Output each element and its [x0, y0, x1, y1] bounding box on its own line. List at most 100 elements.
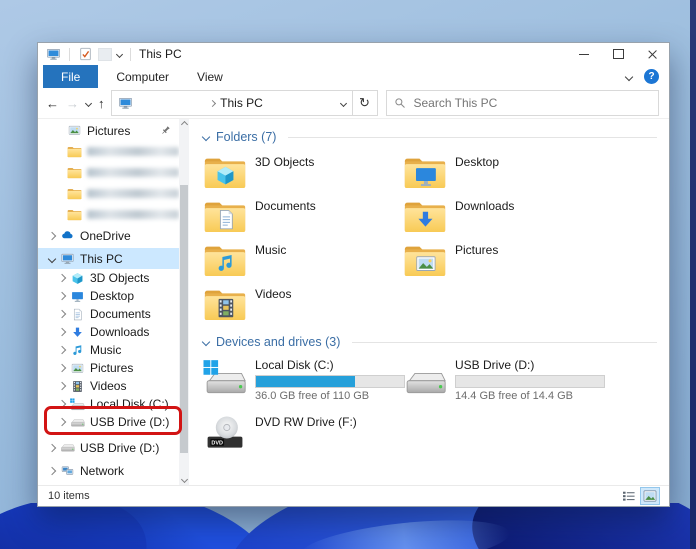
redacted-label	[87, 147, 179, 156]
content-pane: Folders (7) 3D Objects Desktop Documents…	[189, 119, 669, 485]
sidebar-item-usb-drive-d-root[interactable]: USB Drive (D:)	[38, 437, 179, 458]
sidebar-item-pictures-pinned[interactable]: Pictures	[38, 120, 179, 141]
window-body: Pictures OneDrive This PC 3D Objects Des…	[38, 119, 669, 485]
usb-drive-icon	[70, 416, 85, 429]
refresh-button[interactable]: ↻	[352, 90, 378, 116]
sidebar-item-label: Local Disk (C:)	[90, 397, 169, 411]
sidebar-item-music[interactable]: Music	[38, 341, 179, 359]
tile-3d-objects[interactable]: 3D Objects	[203, 153, 403, 197]
group-title: Devices and drives (3)	[216, 335, 341, 349]
chevron-right-icon[interactable]	[47, 466, 57, 475]
chevron-right-icon[interactable]	[57, 273, 67, 283]
status-bar: 10 items	[38, 485, 669, 506]
collapse-group-chevron-icon[interactable]	[201, 337, 211, 347]
sidebar-item-redacted[interactable]	[38, 183, 179, 204]
chevron-down-icon[interactable]	[47, 254, 57, 263]
close-button[interactable]	[635, 43, 669, 65]
tile-documents[interactable]: Documents	[203, 197, 403, 241]
tab-file[interactable]: File	[43, 65, 99, 88]
sidebar-item-label: Music	[90, 343, 122, 357]
chevron-right-icon[interactable]	[47, 231, 57, 240]
tile-dvd-rw-drive-f[interactable]: DVD DVD RW Drive (F:)	[203, 413, 403, 468]
network-icon	[60, 464, 75, 477]
sidebar-item-desktop[interactable]: Desktop	[38, 287, 179, 305]
redacted-label	[87, 168, 179, 177]
sidebar-scrollbar[interactable]	[179, 119, 189, 485]
tile-music[interactable]: Music	[203, 241, 403, 285]
expand-ribbon-chevron-icon[interactable]	[624, 72, 634, 81]
sidebar-item-local-disk-c[interactable]: Local Disk (C:)	[38, 395, 179, 413]
sidebar-item-label: Pictures	[90, 361, 134, 375]
sidebar-item-3d-objects[interactable]: 3D Objects	[38, 269, 179, 287]
sidebar-item-videos[interactable]: Videos	[38, 377, 179, 395]
group-header-folders[interactable]: Folders (7)	[201, 130, 657, 144]
drive-label: DVD RW Drive (F:)	[255, 415, 357, 429]
help-icon[interactable]: ?	[644, 69, 659, 84]
sidebar-item-usb-drive-d[interactable]: USB Drive (D:)	[38, 413, 179, 431]
scroll-up-icon[interactable]	[180, 120, 188, 129]
videos-folder-icon	[203, 285, 247, 322]
window-title: This PC	[139, 47, 182, 61]
maximize-icon	[612, 49, 624, 59]
collapse-group-chevron-icon[interactable]	[201, 132, 211, 142]
scrollbar-thumb[interactable]	[180, 185, 188, 453]
chevron-right-icon[interactable]	[57, 381, 67, 391]
group-header-devices[interactable]: Devices and drives (3)	[201, 335, 657, 349]
tile-local-disk-c[interactable]: Local Disk (C:) 36.0 GB free of 110 GB	[203, 358, 405, 413]
sidebar-item-redacted[interactable]	[38, 162, 179, 183]
scroll-down-icon[interactable]	[180, 475, 188, 484]
tile-downloads[interactable]: Downloads	[403, 197, 603, 241]
sidebar-item-pictures[interactable]: Pictures	[38, 359, 179, 377]
quick-access-toolbar	[46, 47, 134, 61]
chevron-right-icon[interactable]	[57, 399, 67, 409]
address-box[interactable]: This PC	[110, 90, 353, 116]
sidebar-item-redacted[interactable]	[38, 204, 179, 225]
free-space-text: 14.4 GB free of 14.4 GB	[455, 390, 574, 402]
this-pc-icon	[60, 252, 75, 265]
address-dropdown-chevron-icon[interactable]	[339, 99, 347, 107]
chevron-right-icon[interactable]	[57, 345, 67, 355]
desktop-folder-icon	[403, 153, 447, 190]
tile-label: Videos	[255, 287, 292, 301]
folder-icon	[67, 166, 82, 179]
sidebar-item-documents[interactable]: Documents	[38, 305, 179, 323]
ribbon-tabs: File Computer View ?	[38, 65, 669, 88]
title-bar[interactable]: This PC	[38, 43, 669, 65]
chevron-right-icon[interactable]	[57, 417, 67, 427]
back-button[interactable]: ←	[46, 96, 59, 111]
tile-pictures[interactable]: Pictures	[403, 241, 603, 285]
tab-computer[interactable]: Computer	[102, 65, 183, 88]
sidebar-item-downloads[interactable]: Downloads	[38, 323, 179, 341]
breadcrumb[interactable]: This PC	[220, 96, 263, 110]
details-view-button[interactable]	[620, 488, 638, 504]
sidebar-item-this-pc[interactable]: This PC	[38, 248, 179, 269]
sidebar-item-redacted[interactable]	[38, 141, 179, 162]
chevron-right-icon[interactable]	[57, 327, 67, 337]
minimize-button[interactable]	[567, 43, 601, 65]
maximize-button[interactable]	[601, 43, 635, 65]
up-button[interactable]: ↑	[98, 96, 105, 111]
chevron-right-icon[interactable]	[57, 363, 67, 373]
search-box[interactable]	[385, 90, 659, 116]
pictures-folder-icon	[403, 241, 447, 278]
tile-usb-drive-d[interactable]: USB Drive (D:) 14.4 GB free of 14.4 GB	[403, 358, 643, 413]
capacity-bar	[255, 375, 405, 388]
redacted-label	[87, 210, 179, 219]
tile-label: 3D Objects	[255, 155, 315, 169]
customize-quick-access-chevron-icon[interactable]	[115, 50, 124, 58]
thumbnail-view-button[interactable]	[640, 487, 660, 505]
sidebar-item-onedrive[interactable]: OneDrive	[38, 225, 179, 246]
tile-desktop[interactable]: Desktop	[403, 153, 603, 197]
chevron-right-icon[interactable]	[47, 443, 57, 452]
tab-view[interactable]: View	[183, 65, 237, 88]
drive-info: USB Drive (D:) 14.4 GB free of 14.4 GB	[455, 358, 605, 402]
tile-videos[interactable]: Videos	[203, 285, 403, 329]
recent-locations-chevron-icon[interactable]	[84, 99, 93, 107]
wallpaper-edge	[690, 0, 696, 549]
chevron-right-icon[interactable]	[57, 309, 67, 319]
sidebar-item-network[interactable]: Network	[38, 460, 179, 481]
chevron-right-icon[interactable]	[57, 291, 67, 301]
dvd-drive-icon: DVD	[207, 416, 243, 448]
properties-icon[interactable]	[78, 47, 93, 61]
search-input[interactable]	[411, 95, 651, 111]
